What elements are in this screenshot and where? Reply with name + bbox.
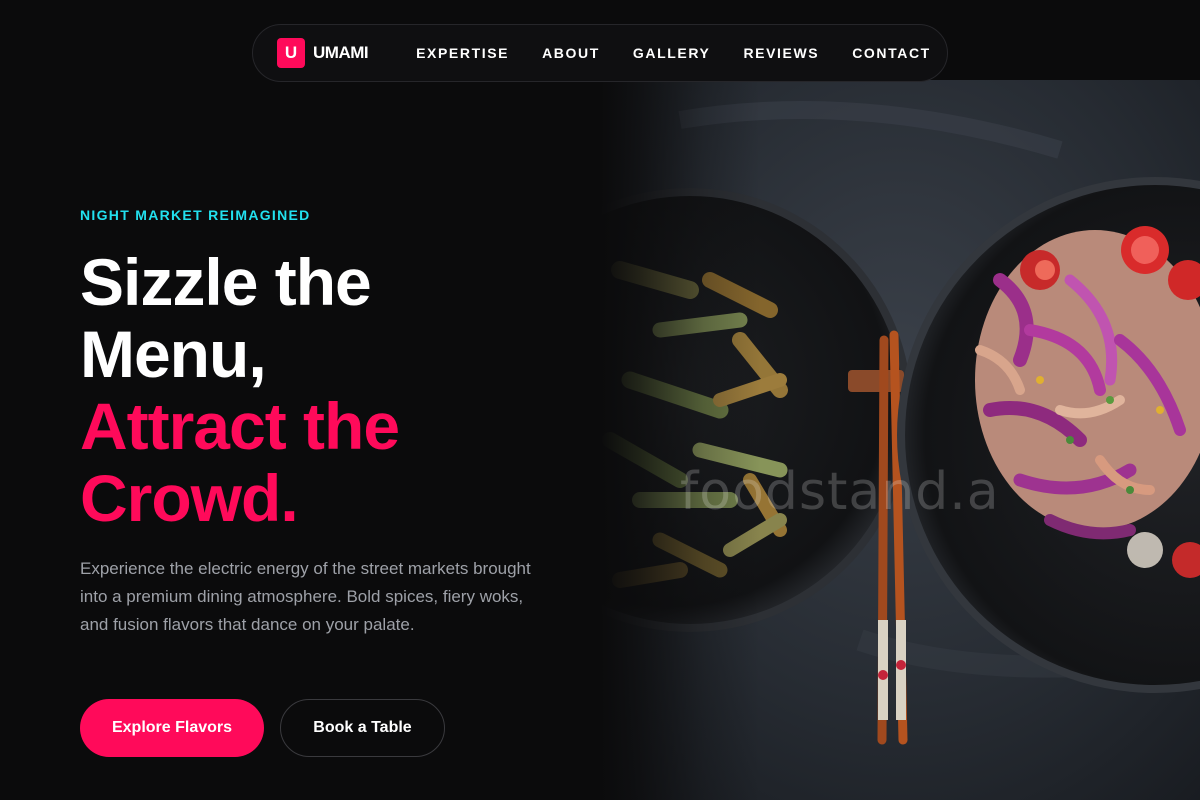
nav-link-contact[interactable]: CONTACT xyxy=(852,45,931,61)
hero-headline: Sizzle the Menu, Attract the Crowd. xyxy=(80,246,600,534)
hero-description: Experience the electric energy of the st… xyxy=(80,559,531,634)
headline-line-1: Sizzle the xyxy=(80,245,372,319)
headline-line-4: Crowd. xyxy=(80,461,299,535)
brand-name: UMAMI xyxy=(313,43,369,62)
brand-mark-icon: U xyxy=(277,38,305,68)
headline-line-2: Menu, xyxy=(80,317,267,391)
nav-link-expertise[interactable]: EXPERTISE xyxy=(416,45,509,61)
hero-food-image xyxy=(600,80,1200,800)
headline-line-3: Attract the xyxy=(80,389,400,463)
book-table-button[interactable]: Book a Table xyxy=(280,699,445,757)
nav-link-about[interactable]: ABOUT xyxy=(542,45,600,61)
nav-links: EXPERTISE ABOUT GALLERY REVIEWS CONTACT xyxy=(416,45,931,61)
nav-link-gallery[interactable]: GALLERY xyxy=(633,45,711,61)
hero-eyebrow: NIGHT MARKET REIMAGINED xyxy=(80,207,311,223)
brand-logo[interactable]: U UMAMI xyxy=(277,38,369,68)
explore-flavors-button[interactable]: Explore Flavors xyxy=(80,699,264,757)
main-nav: U UMAMI EXPERTISE ABOUT GALLERY REVIEWS … xyxy=(252,24,948,82)
nav-link-reviews[interactable]: REVIEWS xyxy=(743,45,819,61)
